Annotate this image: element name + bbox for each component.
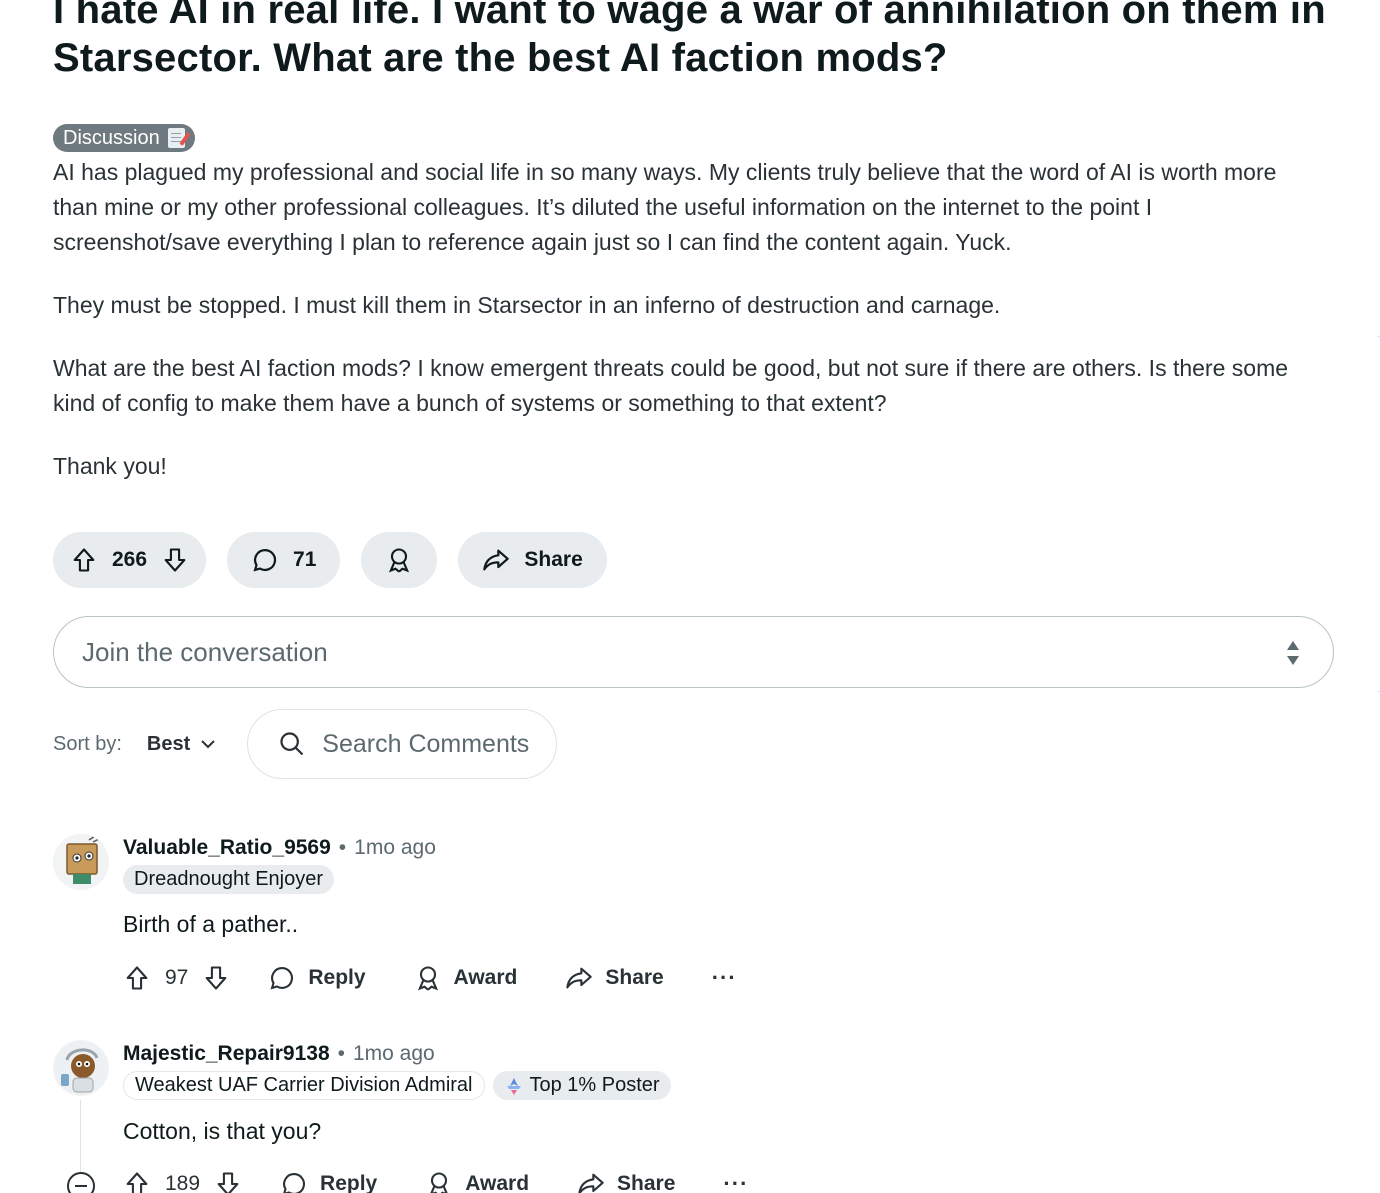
post-actions: 266 71 Share: [53, 532, 607, 588]
reply-button[interactable]: Reply: [280, 1170, 377, 1193]
award-button[interactable]: Award: [425, 1170, 529, 1193]
downvote-icon[interactable]: [161, 546, 189, 574]
comment-header: Majestic_Repair9138 • 1mo ago: [123, 1040, 435, 1068]
search-comments[interactable]: Search Comments: [247, 709, 558, 779]
post-flair-label: Discussion: [63, 127, 160, 149]
achievement-badge: Top 1% Poster: [492, 1071, 671, 1100]
reply-label: Reply: [320, 1172, 378, 1193]
share-icon: [483, 549, 510, 571]
search-placeholder: Search Comments: [322, 729, 530, 758]
downvote-icon[interactable]: [214, 1170, 242, 1193]
share-label: Share: [617, 1172, 676, 1193]
sort-label: Sort by:: [53, 732, 122, 755]
badge-label: Top 1% Poster: [529, 1074, 660, 1096]
award-icon: [389, 548, 410, 573]
upvote-icon[interactable]: [123, 964, 151, 992]
sort-value: Best: [146, 732, 191, 755]
user-flair: Weakest UAF Carrier Division Admiral: [123, 1071, 485, 1100]
resize-handle-icon[interactable]: [1285, 637, 1301, 669]
award-icon: [417, 966, 438, 991]
comment: Valuable_Ratio_9569 • 1mo ago Dreadnough…: [53, 834, 1353, 1004]
comments-button[interactable]: 71: [227, 532, 341, 588]
comment-vote: 189: [123, 1170, 242, 1193]
comment-actions: 189 Reply Award Share ···: [123, 1170, 748, 1193]
comment-vote: 97: [123, 964, 230, 992]
comment: Majestic_Repair9138 • 1mo ago Weakest UA…: [53, 1040, 1353, 1193]
avatar[interactable]: [53, 1040, 109, 1096]
comment-score: 189: [165, 1172, 201, 1193]
upvote-icon[interactable]: [70, 546, 98, 574]
post-body: AI has plagued my professional and socia…: [53, 155, 1323, 512]
vote-pill: 266: [53, 532, 207, 588]
share-button[interactable]: Share: [577, 1170, 675, 1193]
chevron-down-icon: [201, 740, 215, 749]
post-paragraph: Thank you!: [53, 453, 167, 479]
comment-text: Cotton, is that you?: [123, 1118, 322, 1144]
separator-dot: •: [338, 836, 347, 859]
comment-username[interactable]: Valuable_Ratio_9569: [123, 836, 331, 860]
search-icon: [280, 732, 304, 756]
comment-actions: 97 Reply Award Share ···: [123, 964, 737, 992]
award-icon: [430, 1172, 448, 1193]
post-score: 266: [112, 548, 148, 571]
downvote-icon[interactable]: [202, 964, 230, 992]
award-label: Award: [465, 1172, 530, 1193]
upvote-icon[interactable]: [123, 1170, 151, 1193]
comment-sort-bar: Sort by: Best Search Comments: [53, 709, 558, 779]
reply-button[interactable]: Reply: [268, 964, 366, 992]
comment-username[interactable]: Majestic_Repair9138: [123, 1042, 330, 1066]
share-label: Share: [524, 548, 583, 571]
comment-composer[interactable]: [53, 616, 1334, 688]
post-title: I hate AI in real life. I want to wage a…: [53, 0, 1326, 80]
award-button[interactable]: Award: [414, 964, 518, 992]
comment-icon: [283, 1173, 306, 1193]
post-paragraph: They must be stopped. I must kill them i…: [53, 292, 1001, 318]
share-icon: [566, 967, 593, 989]
post-flair[interactable]: Discussion: [53, 124, 195, 152]
award-label: Award: [453, 966, 518, 989]
more-options-icon[interactable]: ···: [723, 1171, 748, 1193]
comment-header: Valuable_Ratio_9569 • 1mo ago: [123, 834, 436, 862]
memo-icon: [167, 128, 185, 148]
post-paragraph: What are the best AI faction mods? I kno…: [53, 355, 1289, 416]
user-flair: Dreadnought Enjoyer: [123, 865, 335, 894]
rocket-badge-icon: [506, 1077, 521, 1095]
comment-time: 1mo ago: [354, 836, 436, 859]
comment-time: 1mo ago: [353, 1042, 435, 1065]
avatar[interactable]: [53, 834, 109, 890]
collapse-thread-icon[interactable]: [67, 1172, 95, 1193]
comment-input[interactable]: [54, 617, 1234, 687]
user-flairs: Weakest UAF Carrier Division Admiral Top…: [123, 1071, 671, 1100]
comment-text: Birth of a pather..: [123, 911, 299, 937]
share-label: Share: [605, 966, 664, 989]
reply-label: Reply: [308, 966, 366, 989]
share-button[interactable]: Share: [458, 532, 607, 588]
share-button[interactable]: Share: [565, 964, 664, 992]
comment-icon: [253, 548, 277, 572]
sort-dropdown[interactable]: Best: [147, 733, 216, 756]
share-icon: [578, 1173, 604, 1193]
award-button[interactable]: [361, 532, 438, 588]
post-paragraph: AI has plagued my professional and socia…: [53, 159, 1277, 255]
comment-icon: [270, 967, 294, 990]
post-page: I hate AI in real life. I want to wage a…: [0, 0, 1380, 1193]
comment-count: 71: [293, 548, 317, 571]
more-options-icon[interactable]: ···: [712, 965, 737, 991]
comment-score: 97: [165, 966, 189, 989]
separator-dot: •: [337, 1042, 345, 1065]
user-flairs: Dreadnought Enjoyer: [123, 865, 335, 894]
